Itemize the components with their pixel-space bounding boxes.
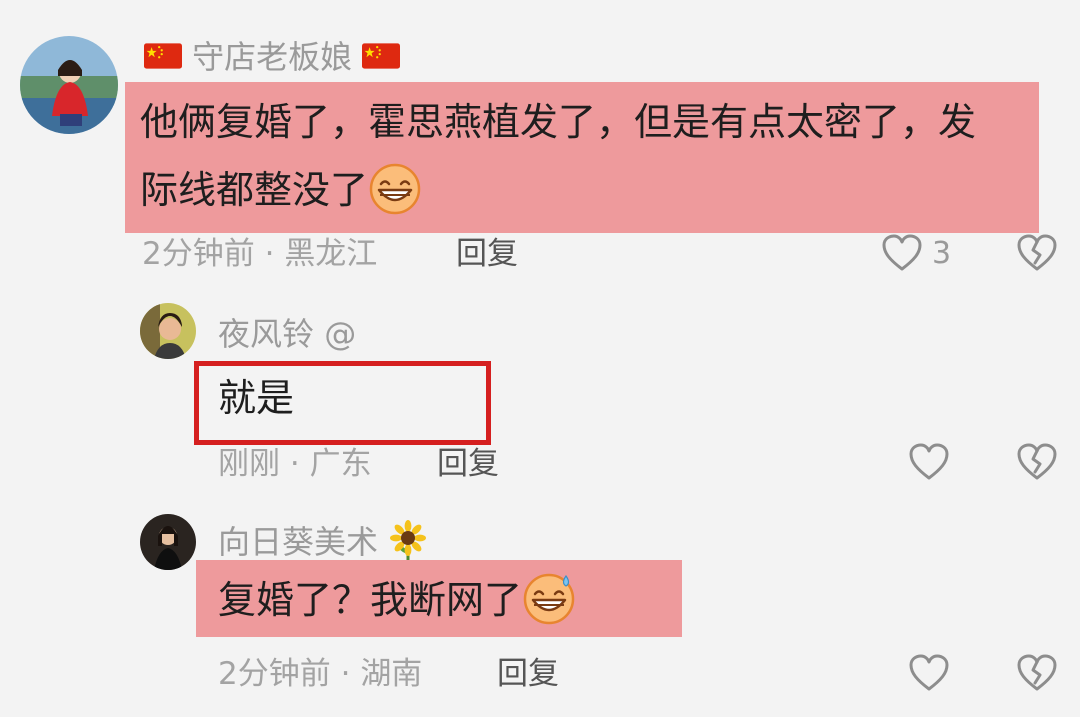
broken-heart-icon[interactable] (1015, 651, 1059, 695)
comment-location: 黑龙江 (284, 236, 378, 272)
comment-line: 际线都整没了 (140, 156, 976, 224)
username-text: 夜风铃 (218, 315, 315, 353)
mention: @ (324, 315, 357, 353)
comment-meta: 2分钟前 · 湖南 (218, 654, 422, 694)
comment-line: 他俩复婚了，霍思燕植发了，但是有点太密了，发 (140, 100, 977, 144)
like-count: 3 (932, 236, 952, 271)
separator: · (264, 236, 275, 272)
sunflower-icon (388, 520, 428, 560)
separator: · (340, 656, 351, 692)
broken-heart-icon[interactable] (1015, 231, 1059, 275)
comment-time: 刚刚 (218, 446, 280, 482)
sweat-smile-emoji-icon (522, 572, 576, 626)
comment-time: 2分钟前 (142, 236, 255, 272)
heart-outline-icon[interactable] (907, 651, 951, 695)
avatar[interactable] (20, 36, 118, 134)
comment-text[interactable]: 复婚了？我断网了 (218, 566, 576, 634)
comment-meta: 2分钟前 · 黑龙江 (142, 234, 377, 274)
username-text: 向日葵美术 (218, 523, 379, 561)
heart-outline-icon[interactable] (880, 231, 924, 275)
username-text: 守店老板娘 (192, 38, 353, 76)
username[interactable]: 向日葵美术 (218, 520, 428, 564)
comment-text[interactable]: 他俩复婚了，霍思燕植发了，但是有点太密了，发 际线都整没了 (140, 88, 976, 224)
reply-button[interactable]: 回复 (456, 234, 518, 274)
comment-location: 广东 (309, 446, 372, 482)
reply-button[interactable]: 回复 (437, 444, 499, 484)
comment-time: 2分钟前 (218, 656, 331, 692)
separator: · (289, 446, 300, 482)
broken-heart-icon[interactable] (1015, 440, 1059, 484)
username[interactable]: 守店老板娘 (144, 37, 401, 77)
comment-text[interactable]: 就是 (218, 364, 294, 432)
grinning-emoji-icon (368, 162, 422, 216)
china-flag-icon (362, 43, 401, 69)
china-flag-icon (144, 43, 182, 69)
comment-line: 复婚了？我断网了 (218, 578, 523, 622)
comment-location: 湖南 (360, 656, 423, 692)
reply-button[interactable]: 回复 (497, 654, 559, 694)
comment-meta: 刚刚 · 广东 (218, 444, 372, 484)
avatar[interactable] (140, 303, 196, 359)
username[interactable]: 夜风铃 @ (218, 314, 356, 354)
heart-outline-icon[interactable] (907, 440, 951, 484)
avatar[interactable] (140, 514, 196, 570)
